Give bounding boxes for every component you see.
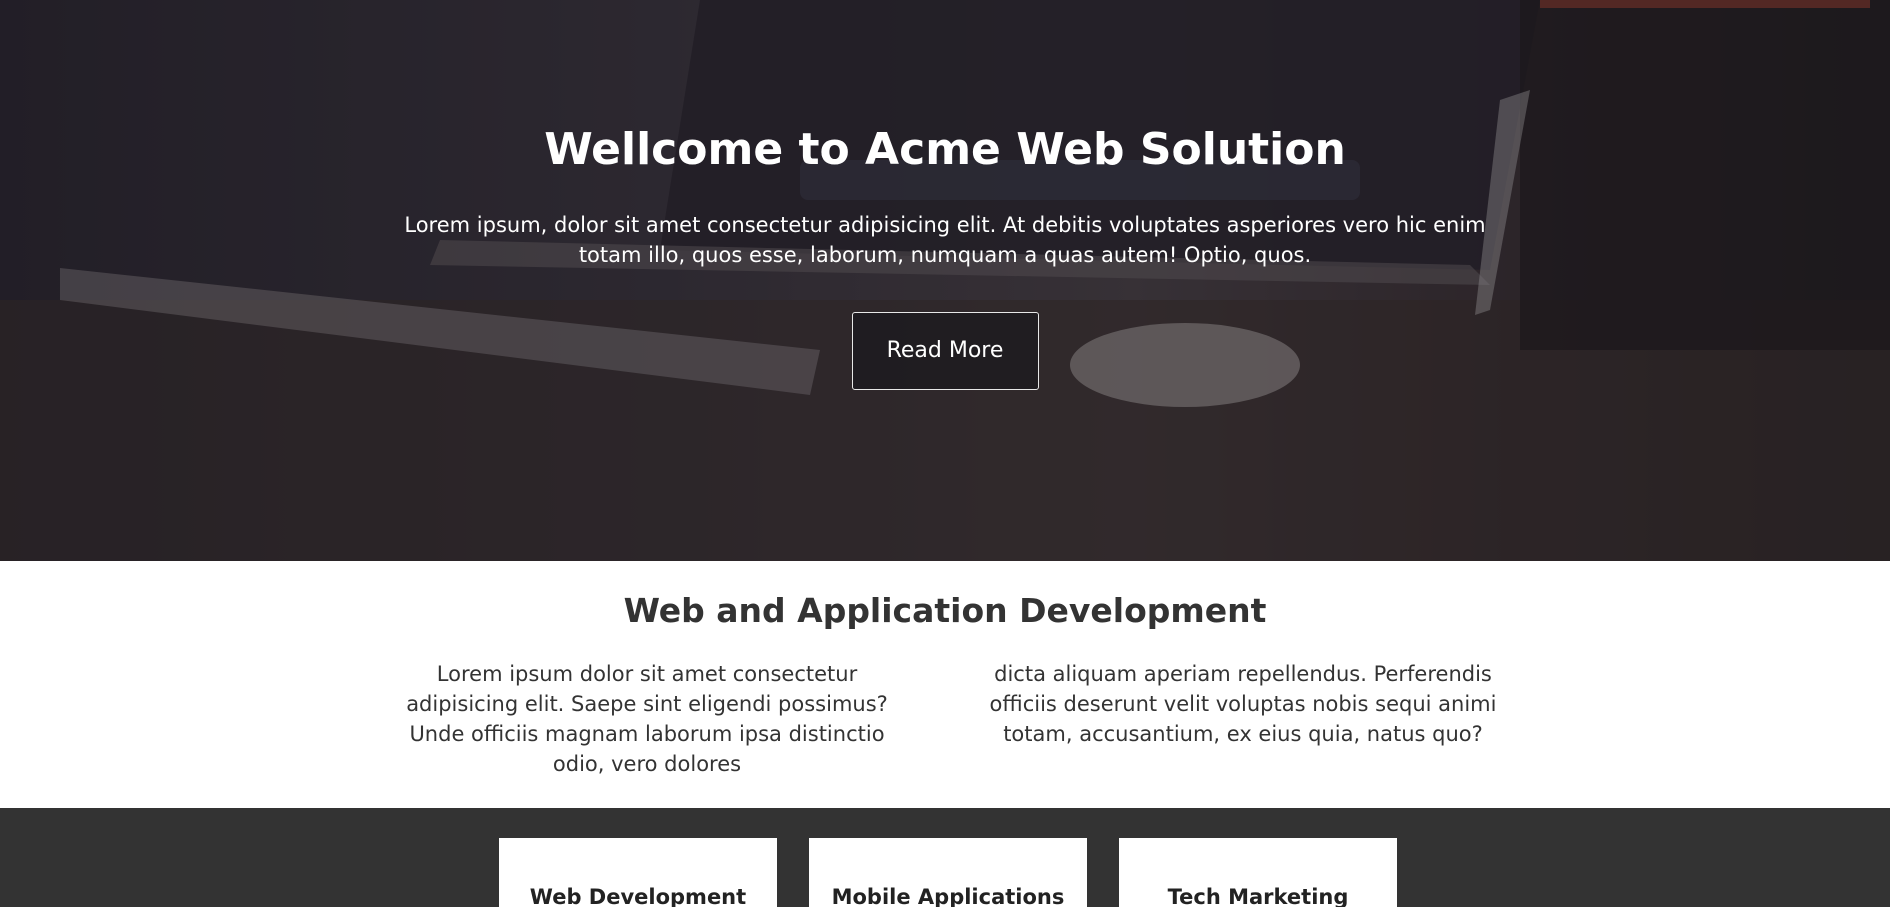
- hero-content: Wellcome to Acme Web Solution Lorem ipsu…: [0, 120, 1890, 390]
- intro-column-left: Lorem ipsum dolor sit amet consectetur a…: [406, 662, 888, 776]
- service-card-title: Web Development: [529, 885, 747, 907]
- service-cards: Web Development Mobile Applications Tech…: [499, 838, 1397, 907]
- intro-column-right: dicta aliquam aperiam repellendus. Perfe…: [989, 662, 1497, 746]
- service-card-web-development[interactable]: Web Development: [499, 838, 777, 907]
- service-card-mobile-applications[interactable]: Mobile Applications: [809, 838, 1087, 907]
- web-app-development-section: Web and Application Development Lorem ip…: [0, 561, 1890, 808]
- hero-title: Wellcome to Acme Web Solution: [544, 124, 1346, 175]
- service-card-title: Mobile Applications: [831, 885, 1065, 907]
- service-card-tech-marketing[interactable]: Tech Marketing: [1119, 838, 1397, 907]
- section-title: Web and Application Development: [623, 591, 1267, 630]
- intro-columns: Lorem ipsum dolor sit amet consectetur a…: [382, 659, 1508, 779]
- hero-description: Lorem ipsum, dolor sit amet consectetur …: [404, 213, 1486, 267]
- read-more-button[interactable]: Read More: [851, 312, 1039, 390]
- service-card-title: Tech Marketing: [1167, 885, 1349, 907]
- services-section: Web Development Mobile Applications Tech…: [0, 808, 1890, 907]
- hero-section: Wellcome to Acme Web Solution Lorem ipsu…: [0, 0, 1890, 561]
